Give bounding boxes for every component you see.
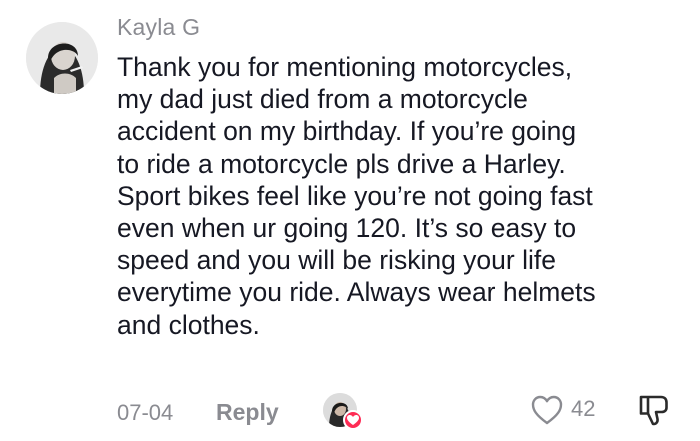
dislike-button[interactable] [637,392,671,428]
comment-text: Thank you for mentioning motorcycles, my… [117,52,596,340]
comment-item: Kayla G Thank you for mentioning motorcy… [0,0,700,441]
creator-liked-heart-icon [343,410,363,430]
comment-footer: 07-04 Reply 42 [0,388,700,438]
comment-date: 07-04 [117,400,174,425]
thumbs-down-icon [639,395,668,426]
reply-button[interactable]: Reply [216,399,279,426]
heart-outline-icon [531,395,563,425]
like-button[interactable] [530,394,564,426]
username[interactable]: Kayla G [117,14,200,41]
user-avatar[interactable] [26,22,98,94]
like-count: 42 [571,396,596,421]
user-avatar-photo [26,22,98,94]
